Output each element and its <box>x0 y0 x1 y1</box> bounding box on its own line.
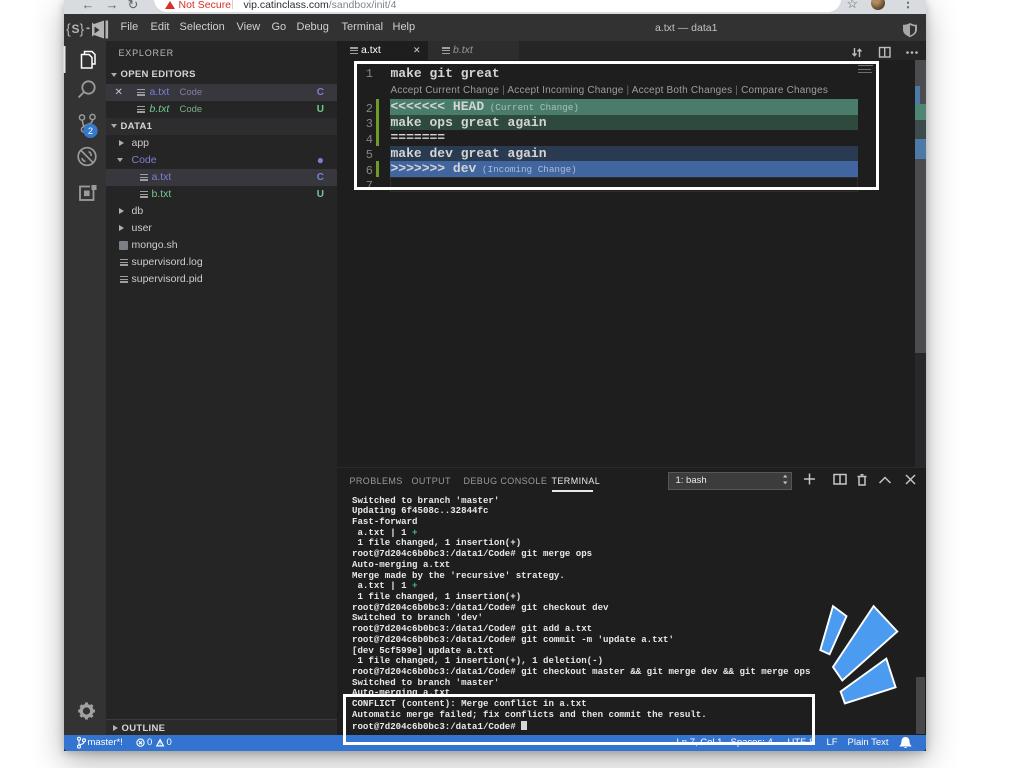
svg-text:{: { <box>66 21 71 37</box>
svg-text:2: 2 <box>88 126 93 136</box>
svg-text:S: S <box>72 22 80 36</box>
svg-text:}: } <box>80 21 85 37</box>
